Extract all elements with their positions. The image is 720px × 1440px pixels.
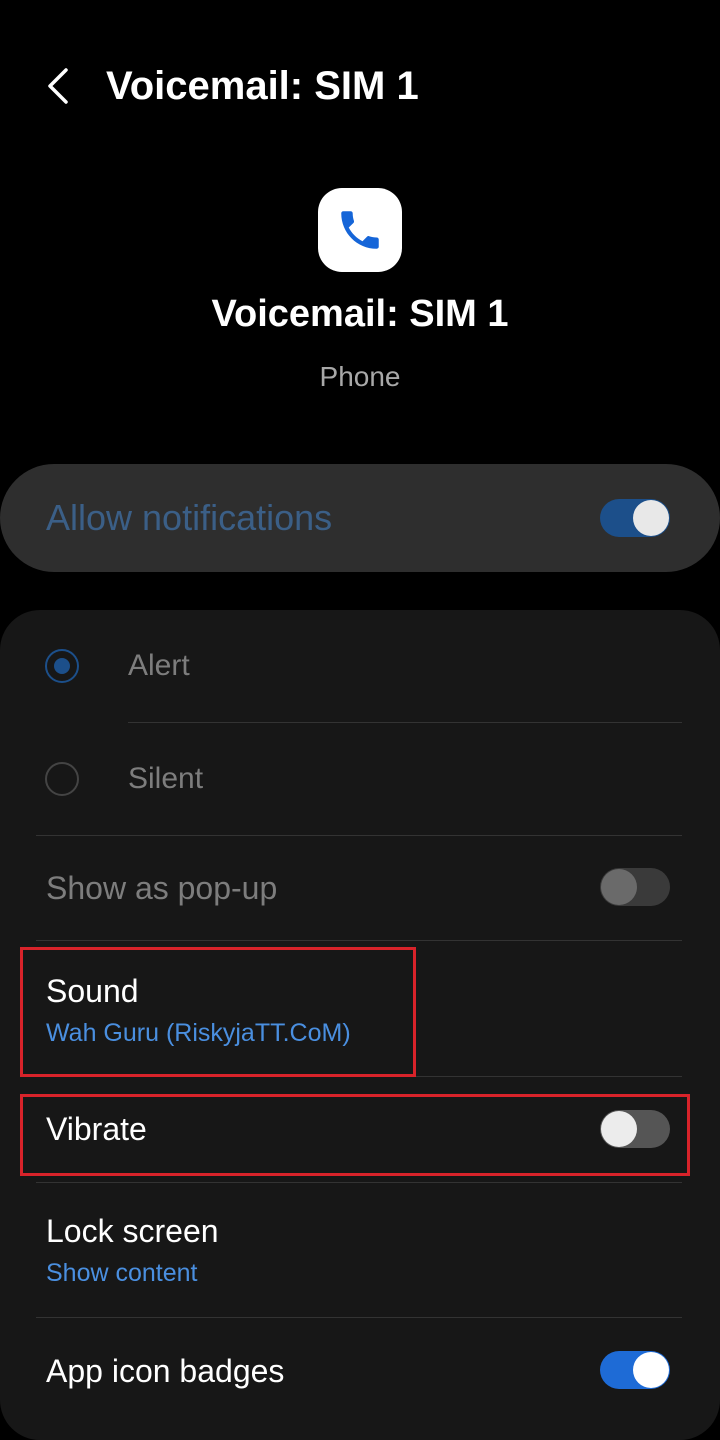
toggle-knob <box>601 869 637 905</box>
app-icon <box>318 188 402 272</box>
lock-screen-value: Show content <box>46 1259 198 1287</box>
silent-label: Silent <box>128 762 204 795</box>
lock-screen-row[interactable]: Lock screen Show content <box>0 1183 720 1317</box>
chevron-left-icon <box>48 68 68 104</box>
allow-notifications-label: Allow notifications <box>46 497 333 538</box>
header: Voicemail: SIM 1 <box>0 0 720 170</box>
vibrate-highlight-box <box>20 1094 690 1176</box>
silent-radio[interactable] <box>45 762 79 796</box>
page-title: Voicemail: SIM 1 <box>106 64 419 108</box>
phone-icon <box>341 211 379 249</box>
toggle-knob <box>633 1352 669 1388</box>
lock-screen-label: Lock screen <box>46 1213 219 1249</box>
alert-option[interactable]: Alert <box>0 610 720 722</box>
app-icon-badges-label: App icon badges <box>46 1353 285 1389</box>
alert-radio[interactable] <box>45 649 79 683</box>
allow-notifications-row[interactable]: Allow notifications <box>0 464 720 572</box>
toggle-knob <box>633 500 669 536</box>
silent-option[interactable]: Silent <box>0 723 720 835</box>
allow-notifications-toggle[interactable] <box>600 499 670 537</box>
back-button[interactable] <box>38 62 82 110</box>
app-icon-badges-row[interactable]: App icon badges <box>0 1318 720 1422</box>
alert-label: Alert <box>128 649 190 682</box>
sound-highlight-box <box>20 947 416 1077</box>
app-title: Voicemail: SIM 1 <box>211 293 509 335</box>
show-popup-toggle[interactable] <box>600 868 670 906</box>
app-icon-badges-toggle[interactable] <box>600 1351 670 1389</box>
show-popup-row[interactable]: Show as pop-up <box>0 836 720 940</box>
show-popup-label: Show as pop-up <box>46 870 278 906</box>
app-category: Phone <box>319 361 401 392</box>
